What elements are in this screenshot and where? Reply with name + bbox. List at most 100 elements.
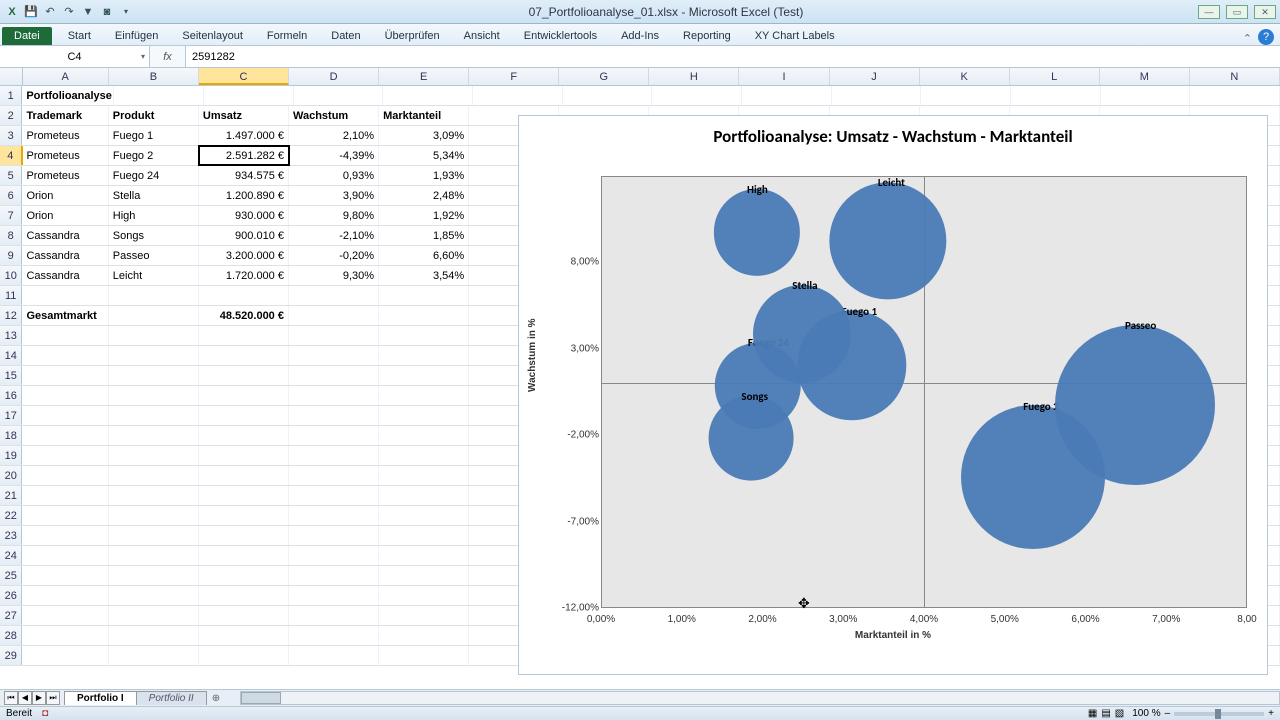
zoom-level[interactable]: 100 % xyxy=(1132,708,1160,719)
cell[interactable] xyxy=(199,566,289,585)
cell[interactable]: 6,60% xyxy=(379,246,469,265)
row-header[interactable]: 13 xyxy=(0,326,22,345)
cell[interactable] xyxy=(379,466,469,485)
cell[interactable] xyxy=(652,86,742,105)
col-header[interactable]: G xyxy=(559,68,649,85)
cell[interactable] xyxy=(109,506,199,525)
row-header[interactable]: 4 xyxy=(0,146,23,165)
ribbon-tab-pagelayout[interactable]: Seitenlayout xyxy=(170,27,255,45)
cell[interactable] xyxy=(199,326,289,345)
cell[interactable] xyxy=(22,346,108,365)
row-header[interactable]: 27 xyxy=(0,606,22,625)
cell[interactable] xyxy=(22,506,108,525)
cell[interactable]: 1,93% xyxy=(379,166,469,185)
cell[interactable]: Fuego 1 xyxy=(109,126,199,145)
cell[interactable] xyxy=(199,346,289,365)
cell[interactable] xyxy=(289,506,379,525)
cell[interactable] xyxy=(109,586,199,605)
cell[interactable] xyxy=(199,286,289,305)
cell[interactable]: 1.200.890 € xyxy=(199,186,289,205)
row-header[interactable]: 3 xyxy=(0,126,22,145)
cell[interactable] xyxy=(109,526,199,545)
cell[interactable]: Gesamtmarkt xyxy=(22,306,108,325)
cell[interactable]: Cassandra xyxy=(22,246,108,265)
cell[interactable] xyxy=(289,426,379,445)
col-header-selected[interactable]: C xyxy=(199,68,289,85)
cell[interactable] xyxy=(289,366,379,385)
cell[interactable]: 5,34% xyxy=(379,146,469,165)
bubble-high[interactable] xyxy=(714,189,800,275)
cell[interactable] xyxy=(109,646,199,665)
row-header[interactable]: 24 xyxy=(0,546,22,565)
cell[interactable] xyxy=(22,546,108,565)
cell[interactable] xyxy=(379,626,469,645)
ribbon-tab-reporting[interactable]: Reporting xyxy=(671,27,743,45)
cell[interactable]: -2,10% xyxy=(289,226,379,245)
cell[interactable]: -0,20% xyxy=(289,246,379,265)
cell[interactable] xyxy=(199,546,289,565)
row-header[interactable]: 9 xyxy=(0,246,22,265)
cell[interactable]: 930.000 € xyxy=(199,206,289,225)
cell[interactable] xyxy=(1101,86,1191,105)
cell[interactable] xyxy=(22,606,108,625)
cell[interactable] xyxy=(22,466,108,485)
row-header[interactable]: 23 xyxy=(0,526,22,545)
cell[interactable] xyxy=(199,366,289,385)
cell[interactable] xyxy=(379,566,469,585)
cell[interactable] xyxy=(22,406,108,425)
cell[interactable] xyxy=(379,286,469,305)
ribbon-tab-xychartlabels[interactable]: XY Chart Labels xyxy=(743,27,847,45)
cell[interactable] xyxy=(1190,86,1280,105)
close-button[interactable]: ✕ xyxy=(1254,5,1276,19)
row-header[interactable]: 2 xyxy=(0,106,22,125)
zoom-in-button[interactable]: + xyxy=(1268,708,1274,719)
cell[interactable] xyxy=(289,466,379,485)
col-header[interactable]: N xyxy=(1190,68,1280,85)
zoom-slider[interactable] xyxy=(1174,712,1264,716)
cell[interactable] xyxy=(379,306,469,325)
cell[interactable] xyxy=(114,86,204,105)
row-header[interactable]: 20 xyxy=(0,466,22,485)
cell[interactable]: 9,80% xyxy=(289,206,379,225)
cell[interactable] xyxy=(289,586,379,605)
row-header[interactable]: 15 xyxy=(0,366,22,385)
cell[interactable] xyxy=(742,86,832,105)
cell[interactable]: Prometeus xyxy=(23,146,109,165)
sheet-nav-prev[interactable]: ◀ xyxy=(18,691,32,705)
row-header[interactable]: 18 xyxy=(0,426,22,445)
row-header[interactable]: 26 xyxy=(0,586,22,605)
cell[interactable]: Cassandra xyxy=(22,266,108,285)
cell[interactable]: Umsatz xyxy=(199,106,289,125)
cell[interactable] xyxy=(199,446,289,465)
cell[interactable] xyxy=(289,306,379,325)
cell[interactable] xyxy=(109,486,199,505)
cell[interactable] xyxy=(379,486,469,505)
cell[interactable] xyxy=(199,406,289,425)
new-sheet-icon[interactable]: ⊕ xyxy=(212,693,220,704)
cell[interactable]: 1.720.000 € xyxy=(199,266,289,285)
cell[interactable] xyxy=(289,546,379,565)
cell[interactable]: 2,10% xyxy=(289,126,379,145)
cell[interactable]: 3,90% xyxy=(289,186,379,205)
cell[interactable] xyxy=(199,626,289,645)
cell[interactable] xyxy=(199,586,289,605)
cell[interactable] xyxy=(22,326,108,345)
cell[interactable] xyxy=(199,386,289,405)
row-header[interactable]: 22 xyxy=(0,506,22,525)
ribbon-tab-insert[interactable]: Einfügen xyxy=(103,27,170,45)
bubble-chart[interactable]: Portfolioanalyse: Umsatz - Wachstum - Ma… xyxy=(518,115,1268,675)
bubble-leicht[interactable] xyxy=(829,182,946,299)
sheet-nav-next[interactable]: ▶ xyxy=(32,691,46,705)
col-header[interactable]: I xyxy=(739,68,829,85)
cell[interactable] xyxy=(379,606,469,625)
col-header[interactable]: F xyxy=(469,68,559,85)
cell[interactable]: Fuego 24 xyxy=(109,166,199,185)
cell[interactable] xyxy=(199,526,289,545)
cell[interactable]: 9,30% xyxy=(289,266,379,285)
cell[interactable]: 2,48% xyxy=(379,186,469,205)
cell[interactable] xyxy=(379,646,469,665)
cell[interactable] xyxy=(109,406,199,425)
cell[interactable] xyxy=(109,286,199,305)
cell[interactable] xyxy=(22,626,108,645)
cell[interactable]: Produkt xyxy=(109,106,199,125)
